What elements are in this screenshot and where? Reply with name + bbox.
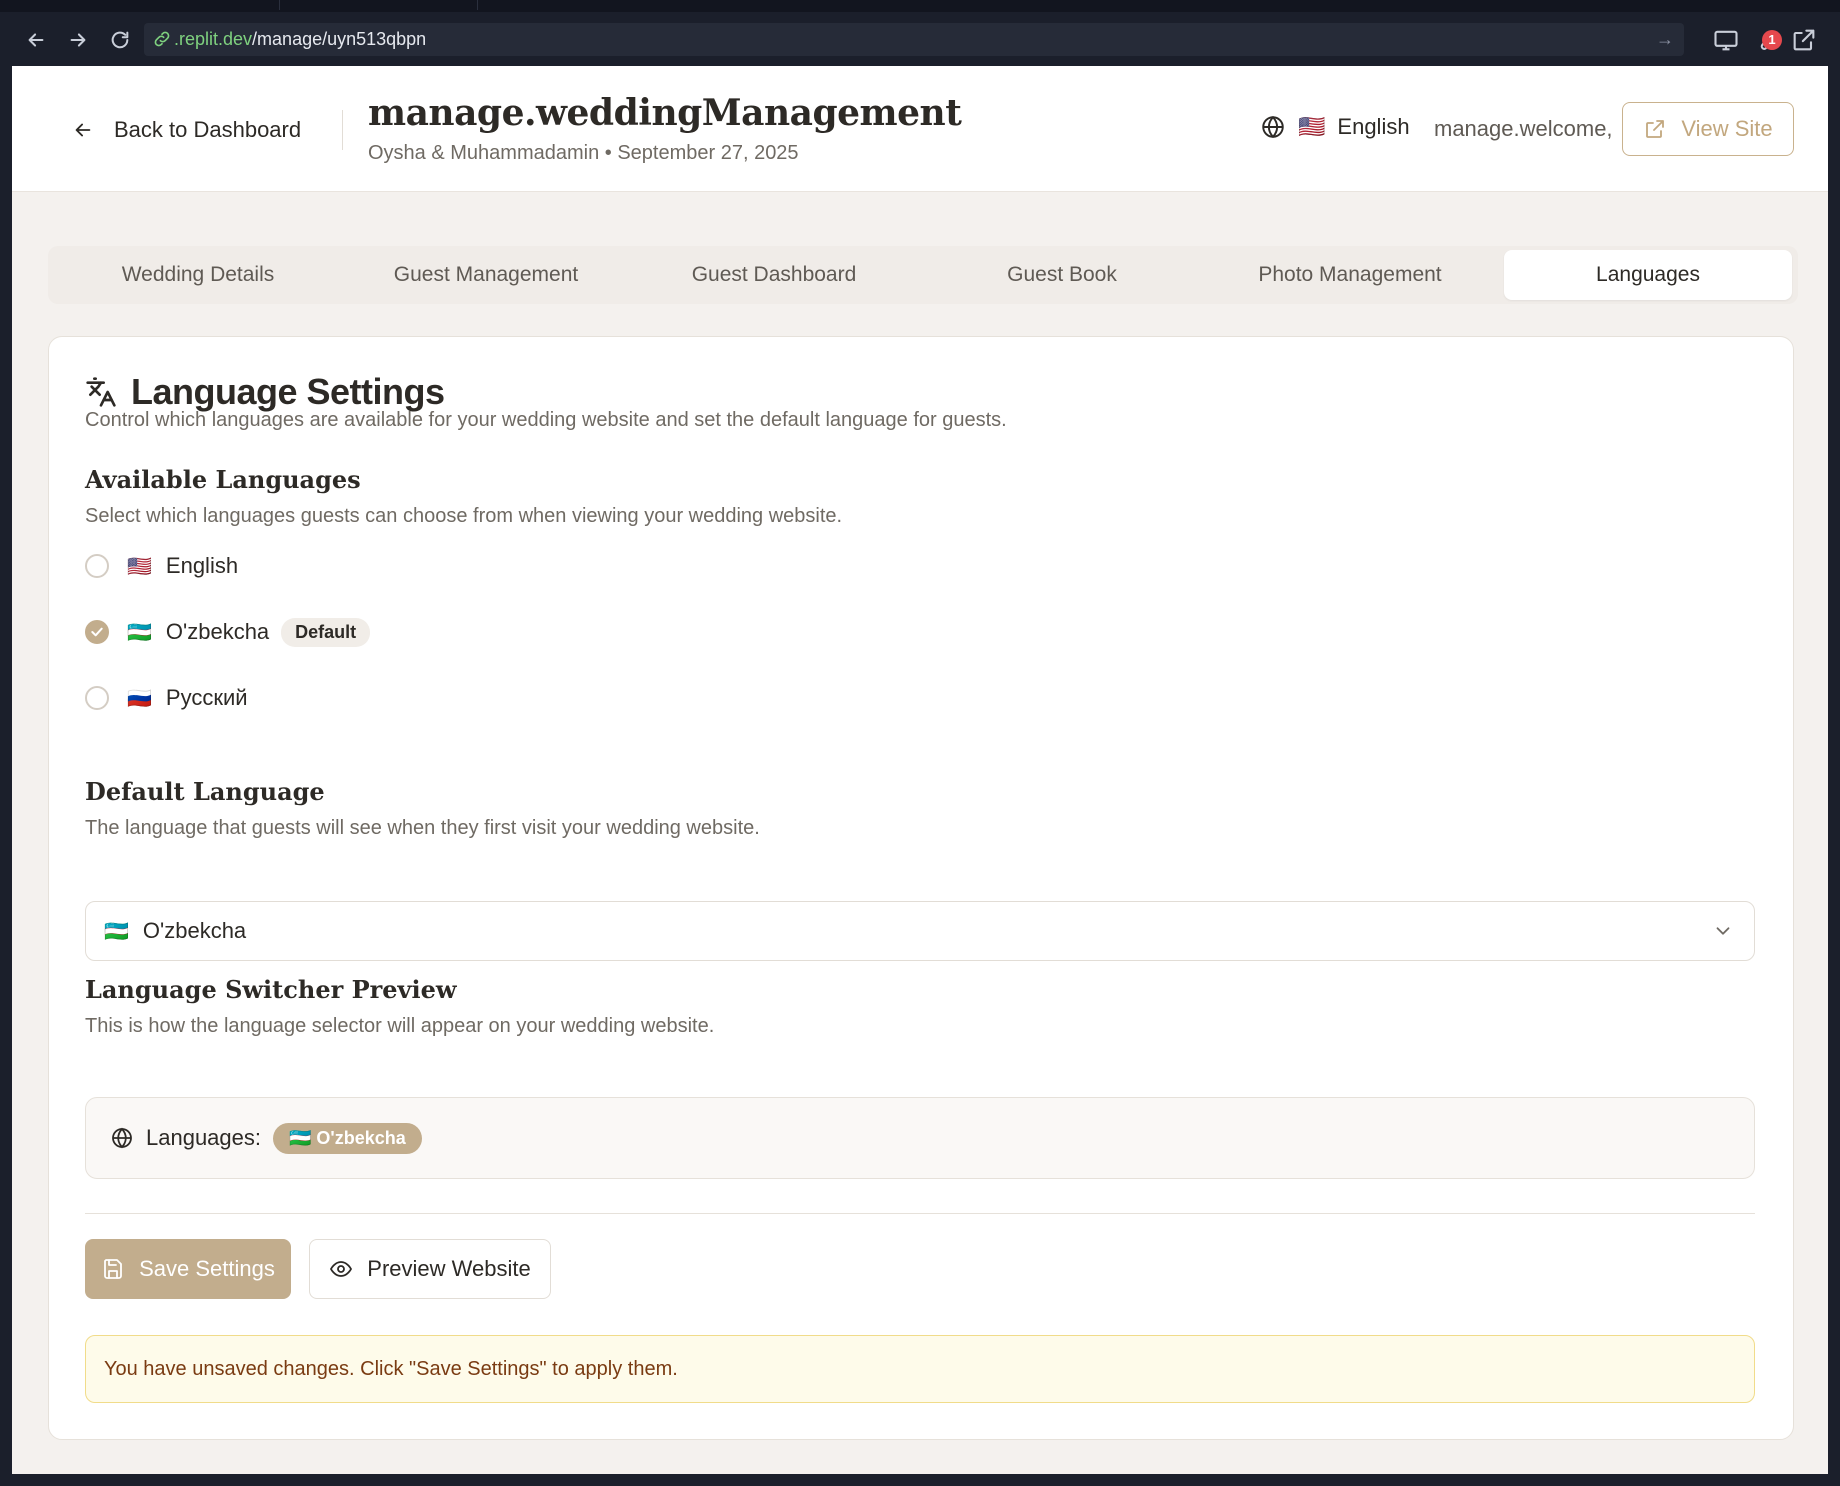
card-title-text: Language Settings [131,371,445,412]
unsaved-changes-alert: You have unsaved changes. Click "Save Se… [85,1335,1755,1403]
external-link-icon [1646,120,1665,138]
language-settings-card: Language Settings Control which language… [48,336,1794,1440]
page-header: Back to Dashboard manage.weddingManageme… [12,66,1828,192]
select-value: O'zbekcha [142,918,247,943]
language-selector[interactable]: 🇺🇸 English [1260,114,1410,140]
language-checkbox-checked[interactable] [85,620,109,644]
browser-tab[interactable] [180,0,280,10]
flag-uz: 🇺🇿 [104,920,129,943]
back-arrow-icon[interactable] [22,26,50,54]
flag-uz: 🇺🇿 [127,621,152,644]
link-icon [154,31,170,47]
default-language-heading: Default Language [85,777,325,806]
url-text: .replit.dev/manage/uyn513qbpn [174,29,427,49]
tab-photo-management[interactable]: Photo Management [1206,250,1494,300]
url-bar[interactable]: .replit.dev/manage/uyn513qbpn → [144,23,1684,56]
switcher-preview-heading: Language Switcher Preview [85,975,457,1004]
globe-icon [112,1127,132,1149]
forward-arrow-icon[interactable] [64,26,92,54]
language-checkbox[interactable] [85,686,109,710]
language-label: English [1337,114,1410,139]
available-languages-heading: Available Languages [85,465,361,494]
monitor-icon[interactable] [1712,26,1740,54]
browser-tab[interactable] [280,0,478,10]
chevron-down-icon [1716,927,1730,935]
language-option-russian[interactable]: 🇷🇺 Русский [85,683,248,713]
tab-guest-management[interactable]: Guest Management [342,250,630,300]
default-language-description: The language that guests will see when t… [85,817,760,839]
reload-icon[interactable] [106,26,134,54]
default-badge: Default [281,617,371,647]
available-languages-description: Select which languages guests can choose… [85,505,843,527]
language-option-uzbek[interactable]: 🇺🇿 O'zbekcha Default [85,617,371,647]
tab-languages[interactable]: Languages [1504,250,1792,300]
external-link-icon[interactable] [1790,26,1818,54]
preview-website-button[interactable]: Preview Website [309,1239,551,1299]
check-icon [91,627,103,637]
language-flag: 🇺🇸 [1298,114,1326,139]
language-name: Русский [165,685,248,710]
divider [85,1213,1755,1214]
page-viewport: Back to Dashboard manage.weddingManageme… [12,66,1828,1474]
go-arrow-icon[interactable]: → [1656,29,1674,50]
switcher-preview-description: This is how the language selector will a… [85,1015,715,1037]
save-settings-label: Save Settings [139,1256,275,1281]
languages-icon [86,377,116,407]
language-checkbox[interactable] [85,554,109,578]
preview-language-pill[interactable]: 🇺🇿 O'zbekcha [273,1122,422,1154]
eye-icon [330,1261,353,1277]
arrow-left-icon [75,123,91,137]
tab-bar: Wedding Details Guest Management Guest D… [48,246,1798,304]
welcome-text: manage.welcome, [1434,116,1613,141]
globe-icon [1262,115,1284,139]
flag-ru: 🇷🇺 [127,687,152,710]
back-to-dashboard-link[interactable]: Back to Dashboard [72,110,301,150]
language-name: English [165,553,239,578]
browser-toolbar: .replit.dev/manage/uyn513qbpn → 1 [0,12,1840,66]
tab-guest-dashboard[interactable]: Guest Dashboard [630,250,918,300]
browser-tab-strip [0,0,1840,12]
view-site-label: View Site [1681,116,1773,141]
back-label: Back to Dashboard [114,117,302,142]
view-site-button[interactable]: View Site [1622,102,1794,156]
preview-label: Languages: [146,1125,261,1150]
page-subtitle: Oysha & Muhammadamin • September 27, 202… [368,142,799,164]
card-description: Control which languages are available fo… [85,409,1007,431]
header-divider [342,110,343,150]
language-switcher-preview: Languages: 🇺🇿 O'zbekcha [85,1097,1755,1179]
language-option-english[interactable]: 🇺🇸 English [85,551,238,581]
save-icon [104,1259,123,1279]
language-name: O'zbekcha [165,619,270,644]
default-language-select[interactable]: 🇺🇿 O'zbekcha [85,901,1755,961]
flag-us: 🇺🇸 [127,555,152,578]
preview-website-label: Preview Website [367,1256,531,1281]
tab-wedding-details[interactable]: Wedding Details [54,250,342,300]
save-settings-button[interactable]: Save Settings [85,1239,291,1299]
tab-guest-book[interactable]: Guest Book [918,250,1206,300]
card-title: Language Settings [85,371,445,413]
page-title: manage.weddingManagement [368,92,962,134]
notification-badge: 1 [1762,30,1782,50]
